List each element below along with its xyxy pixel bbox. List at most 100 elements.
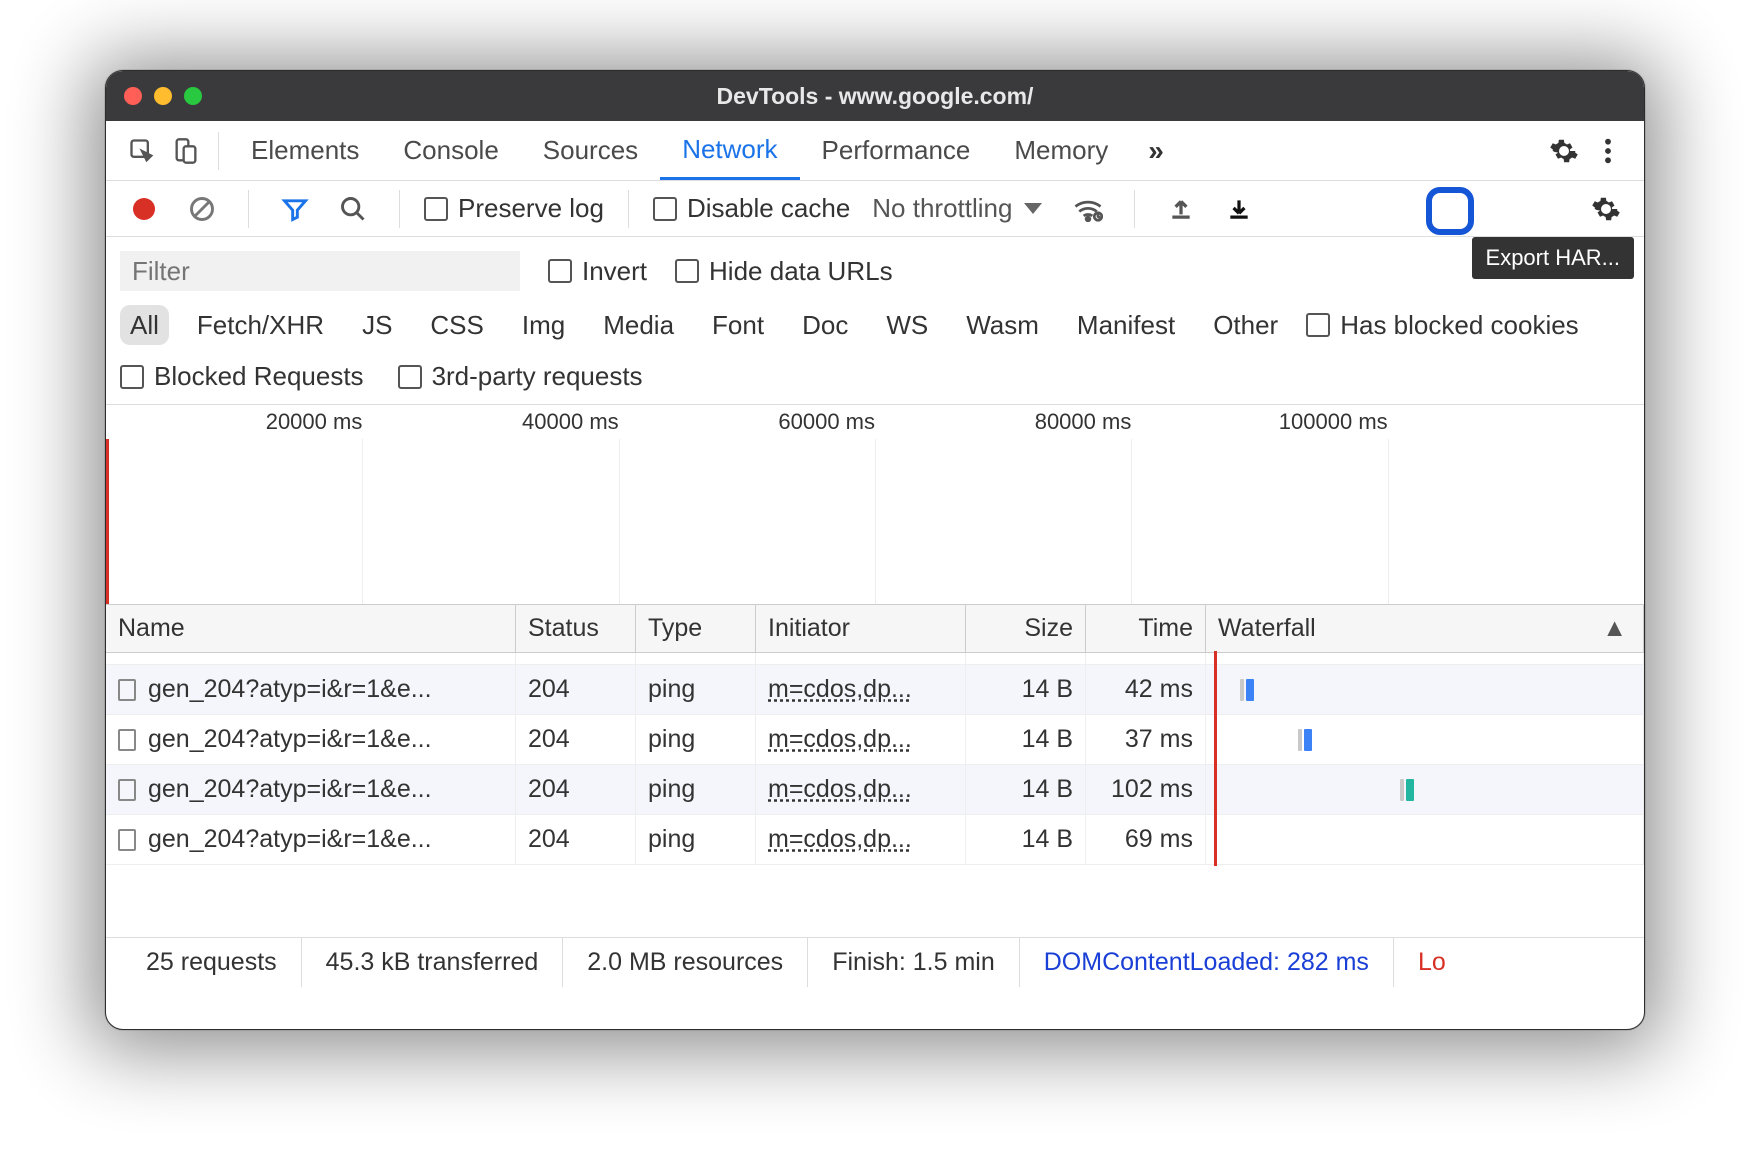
cell-initiator[interactable]: m=cdos,dp...	[768, 825, 912, 854]
col-initiator[interactable]: Initiator	[756, 605, 966, 652]
invert-checkbox[interactable]: Invert	[548, 256, 647, 287]
timeline-overview[interactable]: 20000 ms40000 ms60000 ms80000 ms100000 m…	[106, 405, 1644, 605]
tab-elements[interactable]: Elements	[229, 121, 381, 180]
timeline-tick: 40000 ms	[522, 409, 619, 435]
throttling-select[interactable]: No throttling	[872, 193, 1042, 224]
throttling-label: No throttling	[872, 193, 1012, 224]
preserve-log-checkbox[interactable]: Preserve log	[424, 193, 604, 224]
timeline-tick: 80000 ms	[1035, 409, 1132, 435]
cell-size: 14 B	[1022, 725, 1073, 754]
has-blocked-cookies-label: Has blocked cookies	[1340, 310, 1578, 341]
disable-cache-label: Disable cache	[687, 193, 850, 224]
kebab-menu-icon[interactable]	[1586, 129, 1630, 173]
third-party-label: 3rd-party requests	[432, 361, 643, 392]
device-toolbar-icon[interactable]	[164, 129, 208, 173]
cell-type: ping	[648, 725, 695, 754]
cell-size: 14 B	[1022, 675, 1073, 704]
cell-waterfall	[1206, 815, 1644, 864]
tabs-overflow-button[interactable]: »	[1130, 135, 1182, 167]
cell-type: ping	[648, 775, 695, 804]
waterfall-wait-bar	[1400, 779, 1404, 801]
title-bar: DevTools - www.google.com/	[106, 71, 1644, 121]
clear-icon[interactable]	[180, 187, 224, 231]
cell-initiator[interactable]: m=cdos,dp...	[768, 675, 912, 704]
cell-size: 14 B	[1022, 775, 1073, 804]
table-row[interactable]: gen_204?atyp=i&r=1&e...204pingm=cdos,dp.…	[106, 765, 1644, 815]
waterfall-bar	[1304, 729, 1312, 751]
devtools-window: DevTools - www.google.com/ ElementsConso…	[105, 70, 1645, 1030]
filter-icon[interactable]	[273, 187, 317, 231]
settings-gear-icon[interactable]	[1542, 129, 1586, 173]
search-icon[interactable]	[331, 187, 375, 231]
filter-type-css[interactable]: CSS	[420, 305, 493, 345]
cell-initiator[interactable]: m=cdos,dp...	[768, 775, 912, 804]
table-row[interactable]: gen_204?atyp=i&r=1&e...204pingm=cdos,dp.…	[106, 665, 1644, 715]
requests-grid: Name Status Type Initiator Size Time Wat…	[106, 605, 1644, 937]
cell-name: gen_204?atyp=i&r=1&e...	[148, 825, 432, 854]
tab-sources[interactable]: Sources	[521, 121, 660, 180]
record-button[interactable]	[122, 187, 166, 231]
filter-type-media[interactable]: Media	[593, 305, 684, 345]
col-time[interactable]: Time	[1086, 605, 1206, 652]
waterfall-wait-bar	[1240, 679, 1244, 701]
cell-waterfall	[1206, 665, 1644, 714]
network-conditions-icon[interactable]	[1066, 187, 1110, 231]
cell-time: 37 ms	[1125, 725, 1193, 754]
filter-type-doc[interactable]: Doc	[792, 305, 858, 345]
disable-cache-checkbox[interactable]: Disable cache	[653, 193, 850, 224]
status-bar: 25 requests 45.3 kB transferred 2.0 MB r…	[106, 937, 1644, 987]
cell-name: gen_204?atyp=i&r=1&e...	[148, 725, 432, 754]
tab-console[interactable]: Console	[381, 121, 520, 180]
filter-type-manifest[interactable]: Manifest	[1067, 305, 1185, 345]
filter-type-ws[interactable]: WS	[876, 305, 938, 345]
table-row[interactable]: gen_204?atyp=i&r=1&e... 204 ping m=cdos,dp.…	[106, 715, 1644, 765]
export-har-highlight-ring	[1426, 187, 1474, 235]
filter-type-font[interactable]: Font	[702, 305, 774, 345]
status-domcontentloaded: DOMContentLoaded: 282 ms	[1020, 938, 1394, 987]
chevron-down-icon	[1024, 203, 1042, 214]
tab-network[interactable]: Network	[660, 121, 799, 180]
filter-input[interactable]	[120, 251, 520, 291]
waterfall-bar	[1246, 679, 1254, 701]
export-har-icon[interactable]	[1217, 187, 1261, 231]
filter-type-fetch-xhr[interactable]: Fetch/XHR	[187, 305, 334, 345]
filter-type-js[interactable]: JS	[352, 305, 402, 345]
window-minimize-icon[interactable]	[154, 87, 172, 105]
import-har-icon[interactable]	[1159, 187, 1203, 231]
waterfall-load-line	[1214, 763, 1217, 816]
window-title: DevTools - www.google.com/	[717, 83, 1034, 110]
panel-tabs: ElementsConsoleSourcesNetworkPerformance…	[106, 121, 1644, 181]
filter-type-img[interactable]: Img	[512, 305, 575, 345]
hide-data-urls-checkbox[interactable]: Hide data URLs	[675, 256, 893, 287]
third-party-checkbox[interactable]: 3rd-party requests	[398, 361, 643, 392]
has-blocked-cookies-checkbox[interactable]: Has blocked cookies	[1306, 310, 1578, 341]
inspect-element-icon[interactable]	[120, 129, 164, 173]
col-type[interactable]: Type	[636, 605, 756, 652]
timeline-load-marker	[106, 439, 109, 604]
table-row[interactable]: gen_204?atyp=i&r=1&e...204pingm=cdos,dp.…	[106, 815, 1644, 865]
filter-type-other[interactable]: Other	[1203, 305, 1288, 345]
invert-label: Invert	[582, 256, 647, 287]
window-close-icon[interactable]	[124, 87, 142, 105]
cell-initiator[interactable]: m=cdos,dp...	[768, 725, 912, 754]
network-toolbar: Preserve log Disable cache No throttling	[106, 181, 1644, 237]
col-name[interactable]: Name	[106, 605, 516, 652]
filter-type-wasm[interactable]: Wasm	[956, 305, 1049, 345]
filter-type-all[interactable]: All	[120, 305, 169, 345]
hide-data-urls-label: Hide data URLs	[709, 256, 893, 287]
status-transferred: 45.3 kB transferred	[302, 938, 564, 987]
network-settings-gear-icon[interactable]	[1584, 187, 1628, 231]
col-size[interactable]: Size	[966, 605, 1086, 652]
cell-status: 204	[528, 725, 570, 754]
window-zoom-icon[interactable]	[184, 87, 202, 105]
blocked-requests-checkbox[interactable]: Blocked Requests	[120, 361, 364, 392]
cell-size: 14 B	[1022, 825, 1073, 854]
cell-time: 42 ms	[1125, 675, 1193, 704]
tab-performance[interactable]: Performance	[800, 121, 993, 180]
col-waterfall[interactable]: Waterfall▲	[1206, 605, 1644, 652]
tab-memory[interactable]: Memory	[992, 121, 1130, 180]
cell-name: gen_204?atyp=i&r=1&e...	[148, 675, 432, 704]
status-requests: 25 requests	[122, 938, 302, 987]
grid-header[interactable]: Name Status Type Initiator Size Time Wat…	[106, 605, 1644, 653]
col-status[interactable]: Status	[516, 605, 636, 652]
